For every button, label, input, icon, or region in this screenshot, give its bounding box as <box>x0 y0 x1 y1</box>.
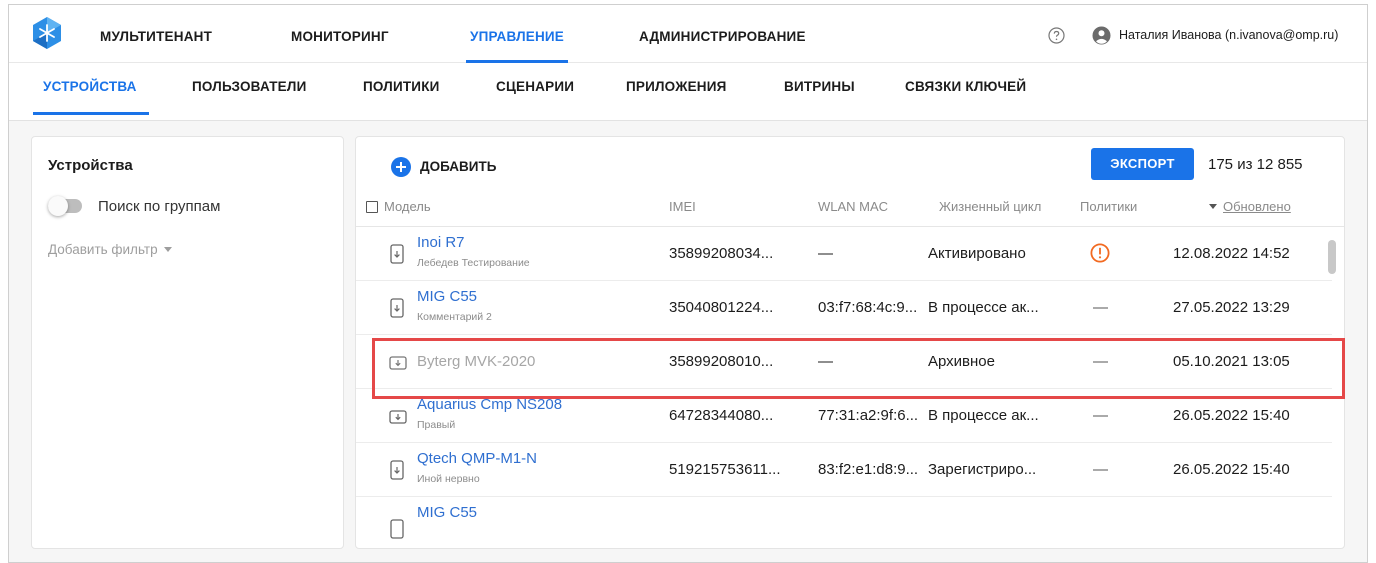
cell-updated: 27.05.2022 13:29 <box>1173 299 1290 316</box>
toggle-knob <box>48 196 68 216</box>
table-row[interactable]: Inoi R7 Лебедев Тестирование 35899208034… <box>356 227 1332 281</box>
cell-imei: 35040801224... <box>669 299 774 316</box>
topnav-multitenant[interactable]: МУЛЬТИТЕНАНТ <box>100 5 212 63</box>
help-icon[interactable] <box>1048 27 1065 44</box>
cell-policies: — <box>1093 299 1108 316</box>
cell-lifecycle: Архивное <box>928 353 995 370</box>
column-header-updated[interactable]: Обновлено <box>1209 199 1291 214</box>
plus-circle-icon <box>391 157 411 177</box>
cell-lifecycle: Активировано <box>928 245 1026 262</box>
filter-panel-title: Устройства <box>48 157 133 174</box>
device-model-link[interactable]: Qtech QMP-M1-N <box>417 450 537 467</box>
tab-policies[interactable]: ПОЛИТИКИ <box>363 63 440 115</box>
cell-lifecycle: В процессе ак... <box>928 299 1039 316</box>
cell-imei: 35899208034... <box>669 245 774 262</box>
add-filter-dropdown[interactable]: Добавить фильтр <box>48 242 172 257</box>
tablet-icon <box>389 356 407 370</box>
tab-scenarios[interactable]: СЦЕНАРИИ <box>496 63 574 115</box>
app-window: МУЛЬТИТЕНАНТ МОНИТОРИНГ УПРАВЛЕНИЕ АДМИН… <box>8 4 1368 563</box>
caret-down-icon <box>163 247 172 252</box>
device-comment: Правый <box>417 419 456 431</box>
topnav-administration[interactable]: АДМИНИСТРИРОВАНИЕ <box>639 5 806 63</box>
section-tabs: УСТРОЙСТВА ПОЛЬЗОВАТЕЛИ ПОЛИТИКИ СЦЕНАРИ… <box>9 63 1367 121</box>
phone-icon <box>390 244 404 264</box>
cell-lifecycle: Зарегистриро... <box>928 461 1037 478</box>
phone-icon <box>390 519 404 539</box>
cell-wlan-mac: 03:f7:68:4c:9... <box>818 299 918 316</box>
device-model-link[interactable]: MIG C55 <box>417 288 477 305</box>
device-comment: Иной нервно <box>417 473 480 485</box>
table-row[interactable]: Qtech QMP-M1-N Иной нервно 519215753611.… <box>356 443 1332 497</box>
table-row[interactable]: Aquarius Cmp NS208 Правый 64728344080...… <box>356 389 1332 443</box>
topnav-monitoring[interactable]: МОНИТОРИНГ <box>291 5 389 63</box>
table-row[interactable]: MIG C55 <box>356 497 1332 548</box>
record-count: 175 из 12 855 <box>1208 156 1303 173</box>
tab-showcases[interactable]: ВИТРИНЫ <box>784 63 855 115</box>
policy-warning-icon[interactable] <box>1090 243 1110 263</box>
cell-imei: 35899208010... <box>669 353 774 370</box>
table-row[interactable]: MIG C55 Комментарий 2 35040801224... 03:… <box>356 281 1332 335</box>
device-model-link[interactable]: MIG C55 <box>417 504 477 521</box>
top-navigation-bar: МУЛЬТИТЕНАНТ МОНИТОРИНГ УПРАВЛЕНИЕ АДМИН… <box>9 5 1367 63</box>
cell-lifecycle: В процессе ак... <box>928 407 1039 424</box>
add-device-label: ДОБАВИТЬ <box>420 159 497 174</box>
group-search-label: Поиск по группам <box>98 198 221 215</box>
tab-keychains[interactable]: СВЯЗКИ КЛЮЧЕЙ <box>905 63 1026 115</box>
column-header-updated-label: Обновлено <box>1223 199 1291 214</box>
cell-imei: 64728344080... <box>669 407 774 424</box>
cell-updated: 26.05.2022 15:40 <box>1173 461 1290 478</box>
device-model-link[interactable]: Aquarius Cmp NS208 <box>417 396 562 413</box>
table-row[interactable]: Byterg MVK-2020 35899208010... — Архивно… <box>356 335 1332 389</box>
column-header-policies[interactable]: Политики <box>1080 199 1137 214</box>
sort-desc-icon <box>1209 204 1217 209</box>
cell-wlan-mac: 83:f2:e1:d8:9... <box>818 461 919 478</box>
phone-icon <box>390 298 404 318</box>
device-comment: Лебедев Тестирование <box>417 257 530 269</box>
user-name[interactable]: Наталия Иванова (n.ivanova@omp.ru) <box>1119 28 1338 42</box>
export-button[interactable]: ЭКСПОРТ <box>1091 148 1194 180</box>
app-logo-icon[interactable] <box>30 16 64 50</box>
column-header-imei[interactable]: IMEI <box>669 199 696 214</box>
filter-panel: Устройства Поиск по группам Добавить фил… <box>31 136 344 549</box>
column-header-lifecycle[interactable]: Жизненный цикл <box>939 199 1041 214</box>
cell-updated: 26.05.2022 15:40 <box>1173 407 1290 424</box>
tablet-icon <box>389 410 407 424</box>
user-avatar-icon[interactable] <box>1092 26 1111 45</box>
cell-policies: — <box>1093 461 1108 478</box>
device-model-link[interactable]: Byterg MVK-2020 <box>417 353 535 370</box>
cell-imei: 519215753611... <box>669 461 781 478</box>
cell-updated: 12.08.2022 14:52 <box>1173 245 1290 262</box>
column-header-wlan-mac[interactable]: WLAN MAC <box>818 199 888 214</box>
device-model-link[interactable]: Inoi R7 <box>417 234 465 251</box>
tab-users[interactable]: ПОЛЬЗОВАТЕЛИ <box>192 63 306 115</box>
table-scrollbar[interactable] <box>1328 240 1336 274</box>
select-all-checkbox[interactable] <box>366 201 378 213</box>
phone-icon <box>390 460 404 480</box>
cell-wlan-mac: — <box>818 353 833 370</box>
tab-applications[interactable]: ПРИЛОЖЕНИЯ <box>626 63 727 115</box>
device-comment: Комментарий 2 <box>417 311 492 323</box>
cell-wlan-mac: — <box>818 245 833 262</box>
cell-policies: — <box>1093 353 1108 370</box>
topnav-management[interactable]: УПРАВЛЕНИЕ <box>465 5 569 63</box>
cell-updated: 05.10.2021 13:05 <box>1173 353 1290 370</box>
tab-devices[interactable]: УСТРОЙСТВА <box>33 63 149 115</box>
cell-policies: — <box>1093 407 1108 424</box>
cell-wlan-mac: 77:31:a2:9f:6... <box>818 407 919 424</box>
group-search-toggle[interactable] <box>48 196 82 216</box>
devices-table-panel: ДОБАВИТЬ ЭКСПОРТ 175 из 12 855 Модель IM… <box>355 136 1345 549</box>
column-header-model[interactable]: Модель <box>384 199 431 214</box>
add-filter-label: Добавить фильтр <box>48 242 158 257</box>
